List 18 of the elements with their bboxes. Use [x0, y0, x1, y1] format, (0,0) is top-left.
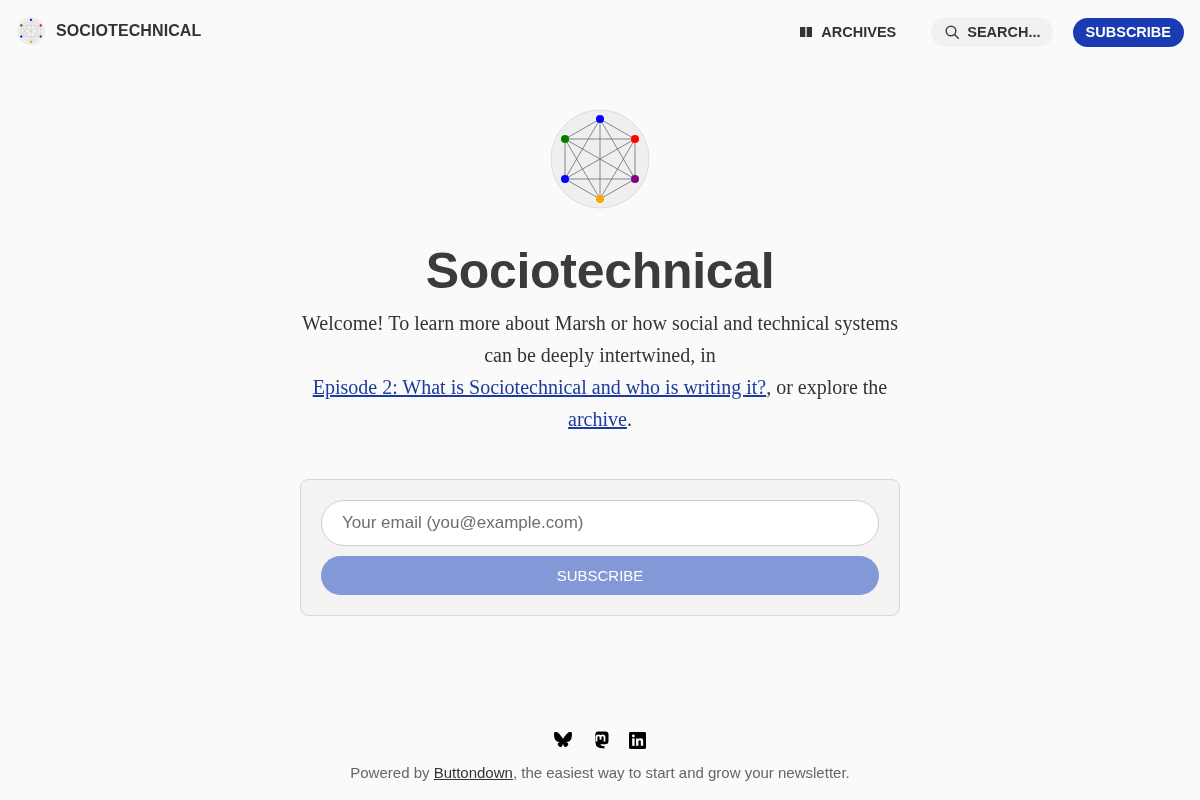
subscribe-button[interactable]: SUBSCRIBE [1072, 17, 1184, 47]
email-field[interactable]: Your email (you@example.com) [321, 500, 879, 546]
linkedin-icon[interactable] [629, 731, 646, 749]
site-title: SOCIOTECHNICAL [56, 21, 202, 40]
archives-link[interactable]: ARCHIVES [800, 18, 897, 46]
butterfly-icon[interactable] [554, 732, 572, 748]
site-logo-link[interactable]: SOCIOTECHNICAL [17, 16, 202, 45]
site-heading: Sociotechnical [425, 243, 775, 299]
inline-link[interactable]: Episode 2: What is Sociotechnical and who is writing it? [312, 376, 767, 398]
intro-paragraph: Welcome! To learn more about Marsh or how social and technical systems can be deeply intertwined, in Episode 2: What is Sociotechnical and who is writing it?, or explore the archive. [301, 311, 899, 432]
inline-link[interactable]: Buttondown [433, 764, 513, 781]
footer-credit: Powered by Buttondown, the easiest way to start and grow your newsletter. [350, 763, 850, 783]
network-graph-icon [17, 16, 45, 45]
book-icon [800, 27, 813, 37]
search-button[interactable]: SEARCH... [931, 17, 1053, 47]
mastodon-icon[interactable] [592, 731, 609, 749]
search-icon [945, 25, 960, 39]
inline-link[interactable]: archive [568, 408, 627, 430]
